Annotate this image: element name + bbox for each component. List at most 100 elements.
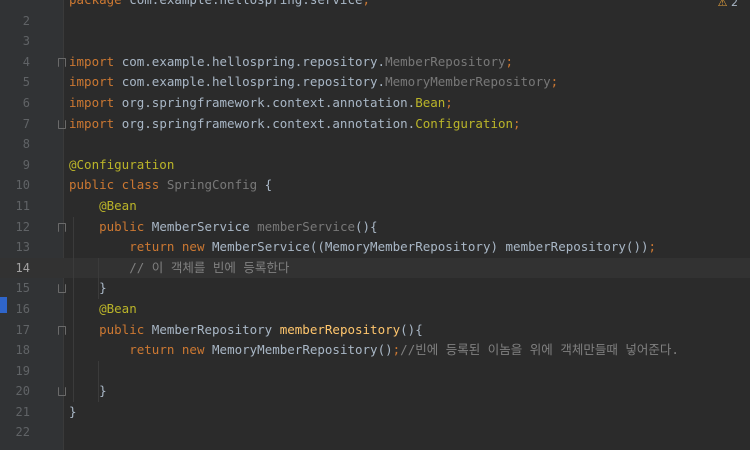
code-line[interactable]: 2 bbox=[0, 11, 750, 32]
code-line[interactable]: 15 } bbox=[0, 278, 750, 299]
code-line[interactable]: 7 import org.springframework.context.anno… bbox=[0, 114, 750, 135]
code-text: import org.springframework.context.annot… bbox=[69, 114, 521, 135]
code-text: package com.example.hellospring.service; bbox=[69, 0, 370, 11]
line-number: 11 bbox=[15, 198, 30, 213]
code-token: org.springframework.context.annotation. bbox=[121, 94, 416, 110]
code-token: ; bbox=[550, 74, 559, 90]
line-number: 21 bbox=[15, 404, 30, 419]
code-line[interactable]: package com.example.hellospring.service; bbox=[0, 0, 750, 11]
code-token: import bbox=[69, 74, 122, 90]
code-token: ; bbox=[648, 239, 657, 255]
code-text: public MemberService memberService(){ bbox=[69, 217, 378, 238]
fold-toggle-icon[interactable] bbox=[58, 119, 66, 129]
code-text: import com.example.hellospring.repositor… bbox=[69, 52, 513, 73]
code-text: import com.example.hellospring.repositor… bbox=[69, 72, 558, 93]
code-token: memberRepository bbox=[279, 321, 401, 337]
code-token: MemoryMemberRepository() bbox=[212, 342, 393, 358]
code-token: public bbox=[99, 218, 152, 234]
code-line[interactable]: 16 @Bean bbox=[0, 299, 750, 320]
code-text: } bbox=[69, 381, 107, 402]
code-text: public class SpringConfig { bbox=[69, 175, 272, 196]
code-token: MemberService((MemoryMemberRepository) m… bbox=[212, 239, 649, 255]
line-number: 14 bbox=[15, 260, 30, 275]
code-token: MemberRepository bbox=[151, 321, 280, 337]
code-text: @Bean bbox=[69, 196, 137, 217]
code-token: package bbox=[69, 0, 129, 7]
code-line[interactable]: 9 @Configuration bbox=[0, 155, 750, 176]
warning-icon: ⚠ bbox=[717, 0, 728, 9]
code-line[interactable]: 10 public class SpringConfig { bbox=[0, 175, 750, 196]
code-line[interactable]: 19 bbox=[0, 361, 750, 382]
code-text: return new MemberService((MemoryMemberRe… bbox=[69, 237, 656, 258]
code-token: ; bbox=[445, 94, 453, 110]
code-token: com.example.hellospring.service bbox=[129, 0, 362, 7]
code-token: { bbox=[257, 177, 273, 193]
code-token: (){ bbox=[400, 321, 423, 337]
code-token: import bbox=[69, 115, 122, 131]
line-number: 6 bbox=[22, 95, 30, 110]
code-token: } bbox=[69, 383, 107, 399]
line-number: 19 bbox=[15, 363, 30, 378]
code-lines[interactable]: package com.example.hellospring.service;… bbox=[0, 0, 750, 443]
code-line[interactable]: 22 bbox=[0, 422, 750, 443]
code-token: org.springframework.context.annotation. bbox=[121, 115, 416, 131]
line-number: 9 bbox=[22, 157, 30, 172]
code-token: ; bbox=[363, 0, 371, 7]
code-token: @Bean bbox=[99, 197, 137, 213]
code-line[interactable]: 17 public MemberRepository memberReposit… bbox=[0, 320, 750, 341]
line-number: 17 bbox=[15, 322, 30, 337]
code-editor[interactable]: package com.example.hellospring.service;… bbox=[0, 0, 750, 450]
line-number: 20 bbox=[15, 384, 30, 399]
code-token: import bbox=[69, 53, 122, 69]
code-token: SpringConfig bbox=[166, 177, 258, 193]
fold-toggle-icon[interactable] bbox=[58, 387, 66, 397]
code-text: import org.springframework.context.annot… bbox=[69, 93, 453, 114]
code-token: com.example.hellospring.repository. bbox=[121, 74, 386, 90]
code-line[interactable]: 13 return new MemberService((MemoryMembe… bbox=[0, 237, 750, 258]
code-line[interactable]: 21} bbox=[0, 402, 750, 423]
code-token: MemberService bbox=[151, 218, 258, 234]
fold-toggle-icon[interactable] bbox=[58, 222, 66, 232]
code-line[interactable]: 8 bbox=[0, 134, 750, 155]
line-number: 5 bbox=[22, 75, 30, 90]
fold-toggle-icon[interactable] bbox=[58, 325, 66, 335]
code-line[interactable]: 20 } bbox=[0, 381, 750, 402]
code-token: public class bbox=[69, 177, 167, 193]
code-line[interactable]: 3 bbox=[0, 31, 750, 52]
code-line[interactable]: 11 @Bean bbox=[0, 196, 750, 217]
code-text: @Configuration bbox=[69, 155, 174, 176]
code-token: Configuration bbox=[415, 115, 514, 131]
code-line[interactable]: 18 return new MemoryMemberRepository();/… bbox=[0, 340, 750, 361]
code-token: return new bbox=[129, 342, 213, 358]
line-number: 3 bbox=[22, 34, 30, 49]
code-token: } bbox=[69, 403, 77, 419]
indent-guide bbox=[98, 360, 99, 402]
code-token: public bbox=[99, 321, 152, 337]
code-token: (){ bbox=[355, 218, 378, 234]
line-number: 15 bbox=[15, 281, 30, 296]
code-line[interactable]: 12 public MemberService memberService(){ bbox=[0, 217, 750, 238]
code-token: ; bbox=[505, 53, 514, 69]
code-text: public MemberRepository memberRepository… bbox=[69, 320, 423, 341]
code-line[interactable]: 4 import com.example.hellospring.reposito… bbox=[0, 52, 750, 73]
fold-toggle-icon[interactable] bbox=[58, 284, 66, 294]
code-token: // 이 객체를 빈에 등록한다 bbox=[129, 259, 290, 275]
line-number: 4 bbox=[22, 54, 30, 69]
indent-guide bbox=[73, 216, 74, 402]
inspection-widget[interactable]: ⚠ 2 bbox=[718, 0, 738, 9]
line-number: 2 bbox=[22, 13, 30, 28]
code-line[interactable]: 14 // 이 객체를 빈에 등록한다 bbox=[0, 257, 750, 279]
code-line[interactable]: 5 import com.example.hellospring.reposito… bbox=[0, 72, 750, 93]
code-line[interactable]: 6 import org.springframework.context.anno… bbox=[0, 93, 750, 114]
code-text: } bbox=[69, 402, 77, 423]
code-token: memberService bbox=[257, 218, 355, 234]
line-number: 7 bbox=[22, 116, 30, 131]
line-number: 16 bbox=[15, 301, 30, 316]
code-token: } bbox=[69, 280, 107, 296]
indent-guide bbox=[98, 257, 99, 299]
code-token: @Configuration bbox=[69, 156, 175, 172]
fold-toggle-icon[interactable] bbox=[58, 57, 66, 67]
